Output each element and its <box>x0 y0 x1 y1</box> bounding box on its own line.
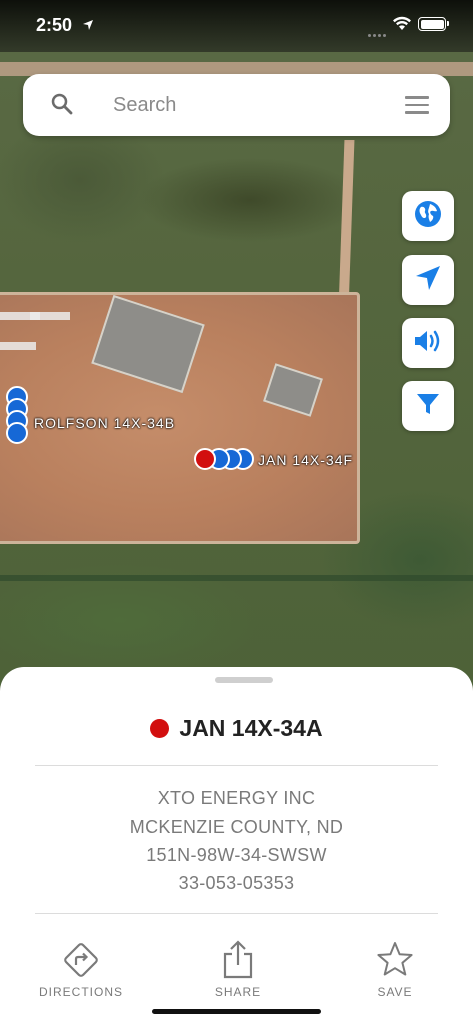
directions-label: DIRECTIONS <box>38 985 123 999</box>
save-button[interactable]: SAVE <box>345 940 445 1000</box>
well-marker-selected[interactable] <box>194 448 216 470</box>
well-title-row: JAN 14X-34A <box>0 711 473 745</box>
share-button[interactable]: SHARE <box>188 940 288 1000</box>
directions-icon <box>64 943 98 977</box>
home-indicator[interactable] <box>152 1009 321 1014</box>
status-time: 2:50 <box>36 15 73 35</box>
share-label: SHARE <box>214 985 262 999</box>
location-services-icon <box>82 18 94 36</box>
wifi-icon <box>392 16 412 36</box>
operator-name: XTO ENERGY INC <box>157 788 316 808</box>
search-input[interactable] <box>113 88 383 122</box>
well-marker[interactable] <box>6 422 28 444</box>
legal-location: 151N-98W-34-SWSW <box>146 845 327 865</box>
map-equipment <box>30 312 70 320</box>
filter-button[interactable] <box>402 381 454 431</box>
directions-button[interactable]: DIRECTIONS <box>31 940 131 1000</box>
globe-icon <box>414 200 442 233</box>
audio-button[interactable] <box>402 318 454 368</box>
search-bar[interactable] <box>23 74 450 136</box>
globe-button[interactable] <box>402 191 454 241</box>
well-status-dot <box>150 718 170 738</box>
current-location-button[interactable] <box>402 255 454 305</box>
api-number: 33-053-05353 <box>178 873 295 893</box>
well-label-rolfson[interactable]: ROLFSON 14X-34B <box>34 415 175 431</box>
map-equipment <box>0 342 36 350</box>
location-arrow-icon <box>414 264 442 297</box>
divider <box>35 765 438 766</box>
search-icon[interactable] <box>51 93 73 120</box>
star-icon <box>377 942 413 976</box>
hamburger-menu-icon[interactable] <box>405 96 429 119</box>
well-title: JAN 14X-34A <box>179 714 323 741</box>
county-name: MCKENZIE COUNTY, ND <box>129 817 344 837</box>
filter-icon <box>415 391 441 422</box>
speaker-icon <box>413 328 443 359</box>
status-bar: 2:50 <box>0 0 473 52</box>
share-icon <box>223 940 253 979</box>
save-label: SAVE <box>377 985 413 999</box>
sheet-grabber[interactable] <box>215 677 273 683</box>
cellular-signal-icon <box>368 24 388 42</box>
well-label-jan[interactable]: JAN 14X-34F <box>258 452 353 468</box>
map-creek <box>0 575 473 581</box>
battery-icon <box>418 17 449 31</box>
divider <box>35 913 438 914</box>
